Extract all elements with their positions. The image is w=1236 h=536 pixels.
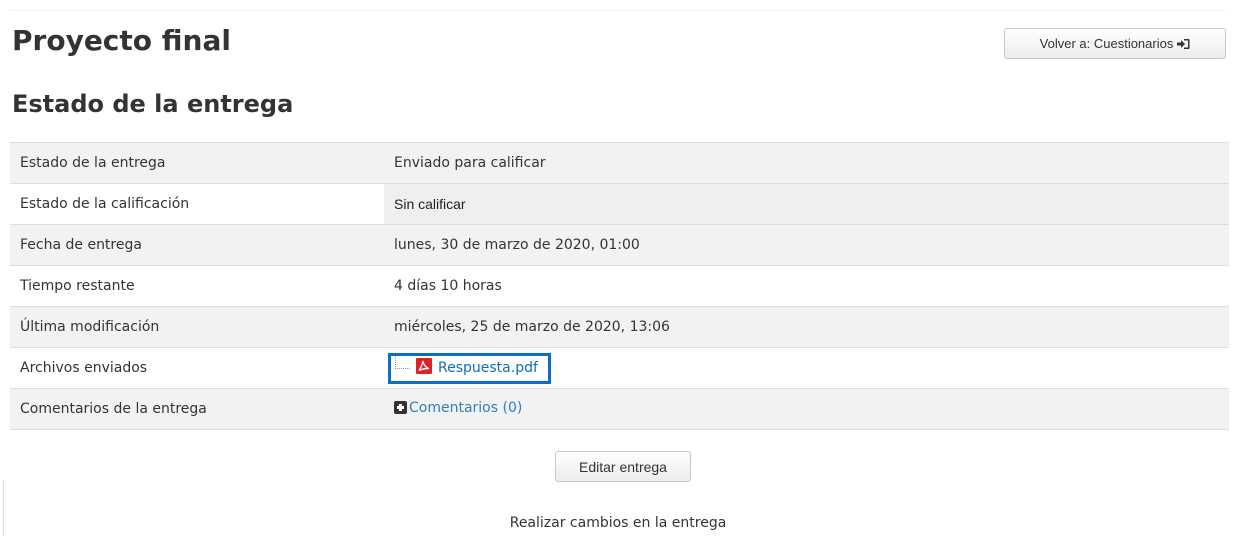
row-label: Estado de la entrega: [10, 142, 384, 184]
row-label: Última modificación: [10, 306, 384, 348]
comments-link-label: Comentarios (0): [409, 399, 523, 416]
file-link-respuesta[interactable]: Respuesta.pdf: [438, 360, 538, 376]
table-row: Estado de la entrega Enviado para califi…: [10, 142, 1229, 184]
submitted-files-cell: Respuesta.pdf: [384, 347, 1229, 389]
sign-in-icon: [1177, 38, 1190, 50]
pdf-icon: [416, 357, 432, 378]
edit-submission-description: Realizar cambios en la entrega: [509, 515, 727, 531]
submission-status-table: Estado de la entrega Enviado para califi…: [10, 142, 1229, 430]
table-row: Comentarios de la entrega Comentarios (0…: [10, 388, 1229, 430]
grading-status-value: Sin calificar: [384, 183, 1229, 225]
submission-comments-cell: Comentarios (0): [384, 388, 1229, 430]
row-label: Estado de la calificación: [10, 183, 384, 225]
page-title: Proyecto final: [12, 24, 231, 57]
file-highlight-box: Respuesta.pdf: [388, 352, 551, 384]
table-row: Tiempo restante 4 días 10 horas: [10, 265, 1229, 307]
back-to-quizzes-button[interactable]: Volver a: Cuestionarios: [1004, 28, 1226, 59]
table-row: Archivos enviados Respuesta.pdf: [10, 347, 1229, 389]
table-row: Estado de la calificación Sin calificar: [10, 183, 1229, 225]
back-button-label: Volver a: Cuestionarios: [1039, 36, 1174, 51]
row-label: Tiempo restante: [10, 265, 384, 307]
comments-toggle-link[interactable]: Comentarios (0): [394, 400, 522, 416]
submission-status-value: Enviado para calificar: [384, 142, 1229, 184]
table-row: Fecha de entrega lunes, 30 de marzo de 2…: [10, 224, 1229, 266]
edit-submission-button[interactable]: Editar entrega: [555, 451, 691, 482]
row-label: Archivos enviados: [10, 347, 384, 389]
tree-connector: [395, 356, 410, 369]
row-label: Comentarios de la entrega: [10, 388, 384, 430]
plus-icon: [394, 401, 407, 415]
time-remaining-value: 4 días 10 horas: [384, 265, 1229, 307]
top-divider: [10, 10, 1226, 11]
section-title: Estado de la entrega: [12, 90, 294, 118]
table-row: Última modificación miércoles, 25 de mar…: [10, 306, 1229, 348]
left-border: [3, 480, 4, 536]
due-date-value: lunes, 30 de marzo de 2020, 01:00: [384, 224, 1229, 266]
last-modified-value: miércoles, 25 de marzo de 2020, 13:06: [384, 306, 1229, 348]
row-label: Fecha de entrega: [10, 224, 384, 266]
